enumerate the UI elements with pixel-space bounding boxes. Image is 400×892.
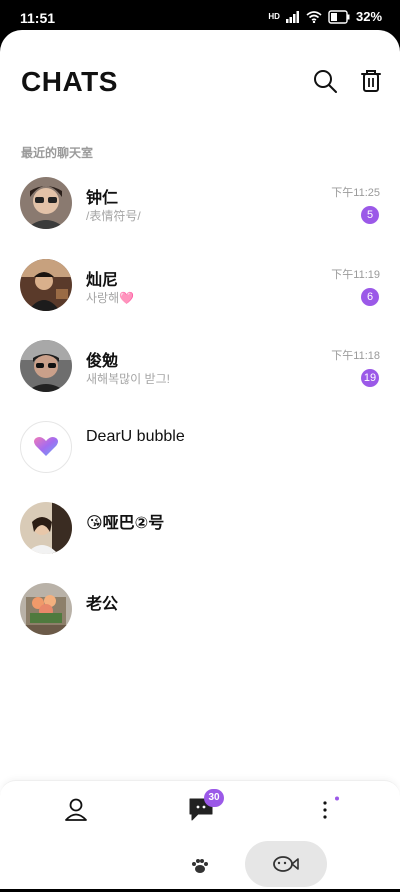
status-bar: 11:51 HD 32%: [0, 0, 400, 34]
chats-screen: CHATS 最近的聊天室 钟仁 /表情符号/ 下午11:25 5 灿尼 사랑해🩷…: [0, 30, 400, 889]
chat-preview: /表情符号/: [86, 209, 141, 223]
chat-preview: 새해복많이 받그!: [86, 372, 170, 386]
avatar: [20, 259, 72, 311]
avatar: [20, 502, 72, 554]
bottom-tab-bar: 30: [0, 780, 400, 841]
signal-icon: [285, 10, 299, 23]
chat-tab-badge: 30: [204, 789, 224, 807]
bottom-nav: [0, 840, 400, 889]
avatar: [20, 177, 72, 229]
heart-emoji: 🩷: [119, 291, 135, 305]
more-tab-icon[interactable]: [312, 795, 342, 825]
avatar: [20, 340, 72, 392]
unread-badge: 6: [361, 288, 379, 306]
chat-name: DearU bubble: [86, 428, 185, 445]
dearu-logo-avatar: [20, 421, 72, 473]
search-icon[interactable]: [312, 68, 338, 94]
fish-icon: [273, 856, 299, 872]
chat-preview: 사랑해🩷: [86, 291, 135, 305]
page-title: CHATS: [21, 66, 118, 97]
heart-logo-icon: [34, 437, 58, 456]
chat-item[interactable]: 俊勉 새해복많이 받그! 下午11:18 19: [0, 323, 400, 403]
chat-name: 俊勉: [86, 353, 119, 370]
trash-icon[interactable]: [358, 68, 384, 94]
section-label: 最近的聊天室: [21, 146, 94, 160]
fish-button[interactable]: [245, 841, 327, 887]
battery-percent: 32%: [355, 9, 382, 24]
chat-time: 下午11:19: [331, 269, 380, 281]
chat-time: 下午11:25: [331, 187, 380, 199]
chat-name: 钟仁: [86, 190, 119, 207]
avatar: [20, 583, 72, 635]
status-icons: HD 32%: [268, 9, 382, 24]
chat-item[interactable]: 老公: [0, 566, 400, 646]
wifi-icon: [306, 10, 322, 23]
status-time: 11:51: [20, 10, 56, 26]
paw-icon[interactable]: [188, 854, 212, 878]
chat-name: 灿尼: [86, 272, 119, 289]
chat-item[interactable]: DearU bubble: [0, 404, 400, 484]
hd-label: HD: [268, 12, 280, 21]
chat-time: 下午11:18: [331, 350, 380, 362]
battery-icon: [328, 9, 350, 24]
unread-badge: 19: [361, 369, 379, 387]
chat-name: 😘哑巴②号: [86, 515, 165, 532]
unread-badge: 5: [361, 206, 379, 224]
chat-item[interactable]: 灿尼 사랑해🩷 下午11:19 6: [0, 242, 400, 322]
chat-name: 老公: [86, 596, 119, 613]
chat-item[interactable]: 钟仁 /表情符号/ 下午11:25 5: [0, 160, 400, 240]
chat-item[interactable]: 😘哑巴②号: [0, 485, 400, 565]
profile-tab-icon[interactable]: [61, 795, 91, 825]
